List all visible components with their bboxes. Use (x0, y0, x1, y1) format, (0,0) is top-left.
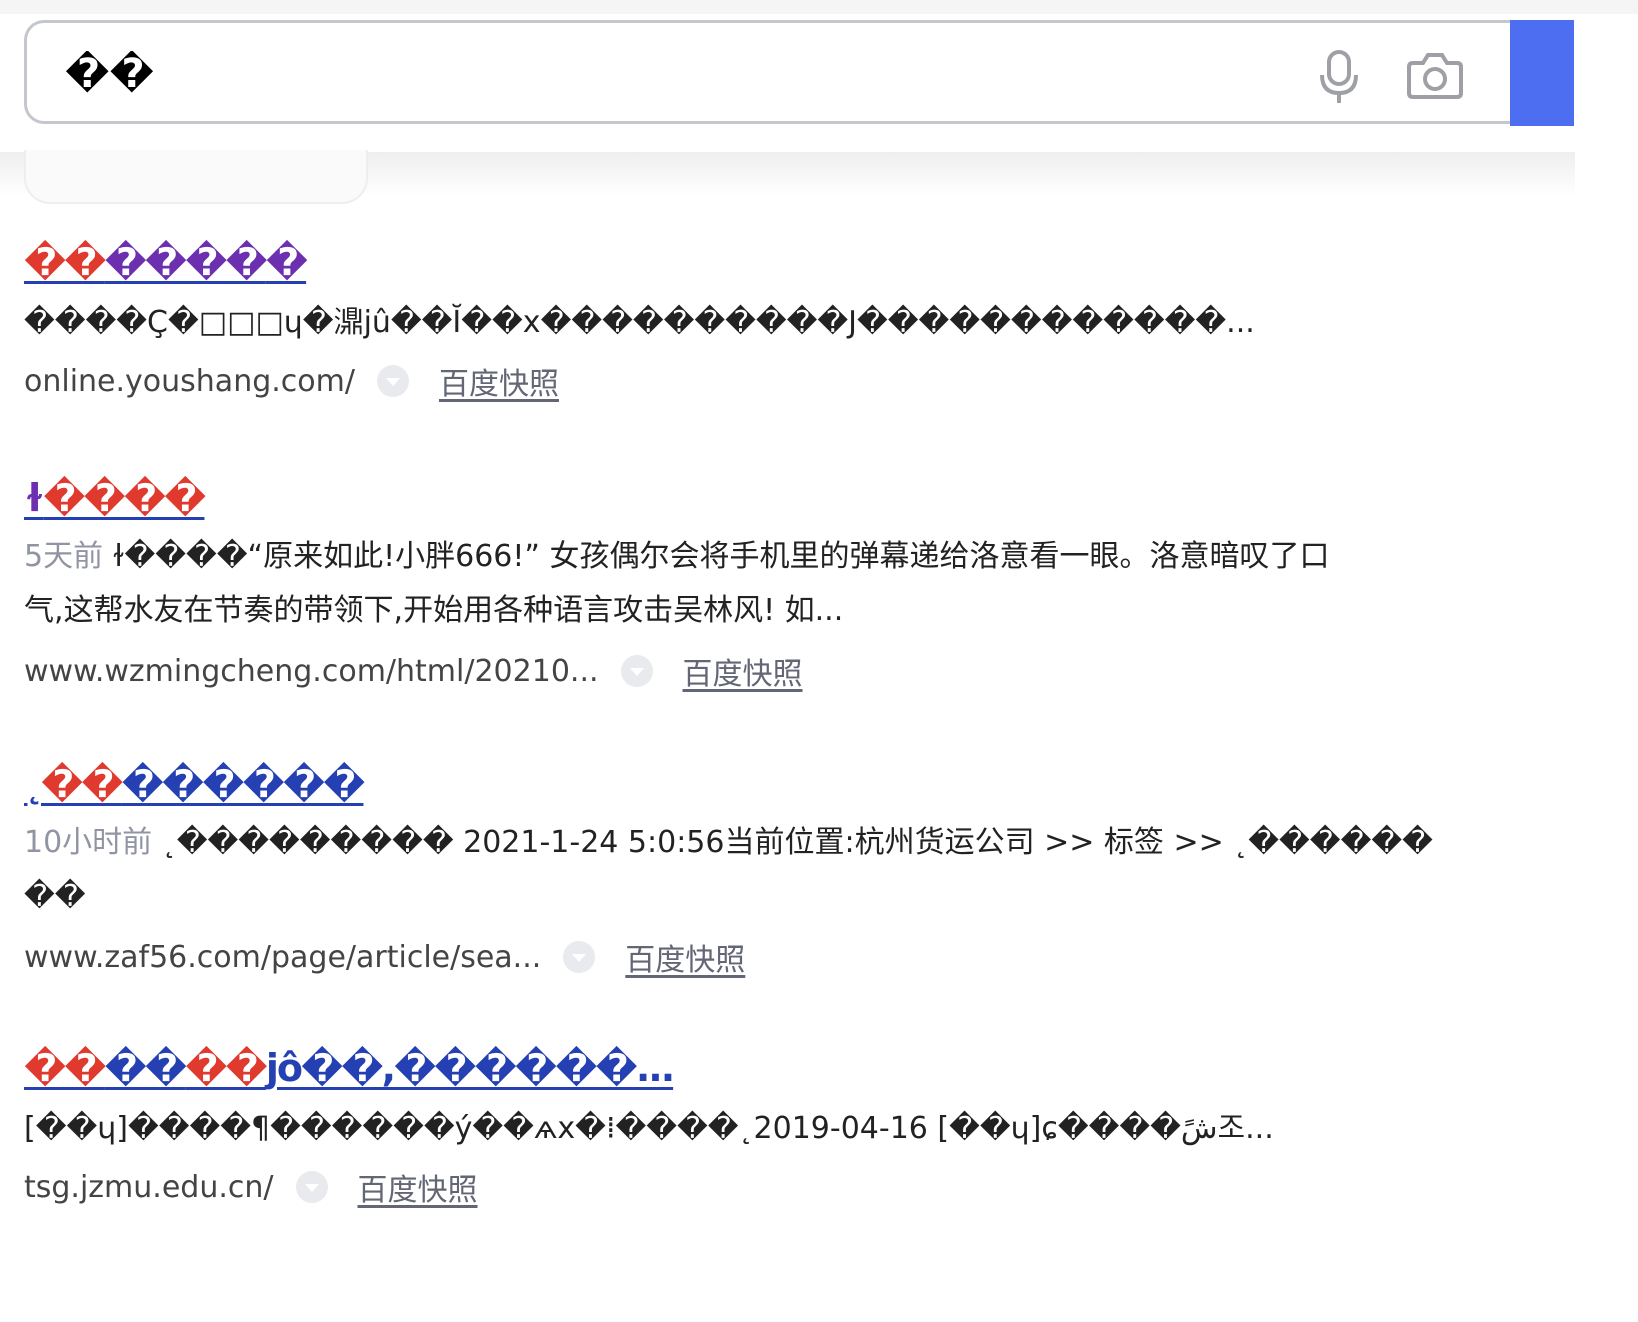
chevron-down-circle-icon[interactable] (376, 365, 409, 397)
result-item: ˛�������� 10小时前 ˛��������� 2021-1-24 5:0… (24, 762, 1524, 980)
result-title-link[interactable]: ɫ���� (24, 476, 206, 520)
snapshot-link[interactable]: 百度快照 (683, 649, 803, 693)
result-source: www.zaf56.com/page/article/sea... 百度快照 (24, 934, 1524, 980)
abstract-line: �� (24, 879, 86, 914)
result-url[interactable]: online.youshang.com/ (24, 364, 355, 399)
result-source: www.wzmingcheng.com/html/20210... 百度快照 (24, 648, 1524, 694)
chevron-down-circle-icon[interactable] (620, 655, 653, 687)
result-title-link[interactable]: ˛�������� (24, 762, 366, 806)
title-segment: �� (24, 1046, 107, 1090)
result-item: ������jô��,������... [��ɥ]����¶������ý��… (24, 1046, 1524, 1210)
camera-icon[interactable] (1407, 51, 1463, 99)
title-segment: ���� (104, 240, 268, 284)
search-results-page: ������� ����Ç�□□□ɥ�濎jû��Ĭ��x����������Ϳ�… (0, 0, 1638, 1322)
browser-top-strip (0, 0, 1638, 14)
microphone-icon[interactable] (1317, 49, 1361, 105)
result-title-link[interactable]: ������jô��,������... (24, 1046, 675, 1090)
result-item: ������� ����Ç�□□□ɥ�濎jû��Ĭ��x����������Ϳ�… (24, 240, 1524, 404)
abstract-line: 气,这帮水友在节奏的带领下,开始用各种语言攻击吴林风! 如... (24, 593, 844, 628)
snapshot-link[interactable]: 百度快照 (625, 935, 745, 979)
title-segment: �� (104, 1046, 188, 1090)
result-url[interactable]: tsg.jzmu.edu.cn/ (24, 1170, 274, 1205)
result-url[interactable]: www.wzmingcheng.com/html/20210... (24, 654, 599, 689)
hidden-tab-pill (24, 150, 368, 204)
title-segment: � (265, 240, 308, 284)
abstract-line: ɫ����“原来如此!小胖666!” 女孩偶尔会将手机里的弹幕递给洛意看一眼。洛… (112, 539, 1330, 574)
title-segment: jô��,������... (265, 1046, 675, 1090)
result-url[interactable]: www.zaf56.com/page/article/sea... (24, 940, 541, 975)
result-title-link[interactable]: ������� (24, 240, 308, 284)
title-segment: ���� (43, 476, 206, 520)
title-segment: ������ (121, 762, 366, 806)
title-segment: �� (41, 762, 124, 806)
result-source: tsg.jzmu.edu.cn/ 百度快照 (24, 1164, 1524, 1210)
title-segment: ɫ (24, 476, 45, 520)
search-box (24, 20, 1514, 124)
result-source: online.youshang.com/ 百度快照 (24, 358, 1524, 404)
result-abstract: 5天前 ɫ����“原来如此!小胖666!” 女孩偶尔会将手机里的弹幕递给洛意看… (24, 530, 1524, 638)
title-segment: ˛ (24, 762, 43, 806)
result-date: 5天前 (24, 539, 104, 574)
search-input[interactable] (63, 45, 1217, 103)
result-abstract: 10小时前 ˛��������� 2021-1-24 5:0:56当前位置:杭州… (24, 816, 1524, 924)
result-date: 10小时前 (24, 825, 153, 860)
title-segment: �� (185, 1046, 268, 1090)
chevron-down-circle-icon[interactable] (563, 941, 596, 973)
abstract-line: ˛��������� 2021-1-24 5:0:56当前位置:杭州货运公司 >… (161, 825, 1433, 860)
chevron-down-circle-icon[interactable] (295, 1171, 328, 1203)
result-abstract: ����Ç�□□□ɥ�濎jû��Ĭ��x����������Ϳ���������… (24, 305, 1255, 340)
search-button[interactable] (1510, 20, 1574, 126)
title-segment: �� (24, 240, 107, 284)
result-abstract: [��ɥ]����¶������ý��ѧх�⁞����˛2019-04-16 [… (24, 1111, 1274, 1146)
snapshot-link[interactable]: 百度快照 (358, 1165, 478, 1209)
result-item: ɫ���� 5天前 ɫ����“原来如此!小胖666!” 女孩偶尔会将手机里的弹… (24, 476, 1524, 694)
snapshot-link[interactable]: 百度快照 (439, 359, 559, 403)
